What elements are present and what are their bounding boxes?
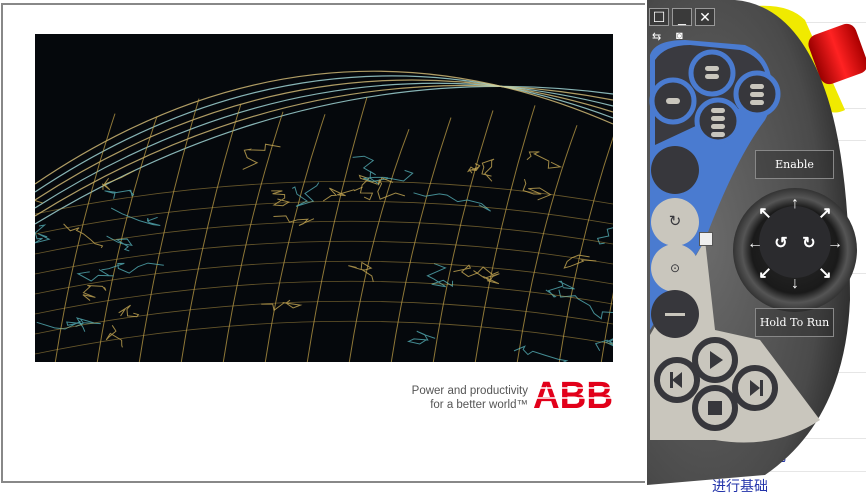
step-back-button[interactable] [657, 360, 697, 400]
splash-globe-image [35, 34, 613, 362]
toggle-increment-button[interactable] [651, 290, 699, 338]
slogan-line-1: Power and productivity [411, 385, 528, 397]
hold-to-run-button[interactable]: Hold To Run [755, 308, 834, 337]
close-button[interactable]: ✕ [695, 8, 715, 26]
camera-icon[interactable]: ◙ [676, 30, 683, 42]
swap-icon[interactable]: ⇆ [652, 30, 661, 43]
arrow-downright-icon: ↘ [818, 265, 832, 282]
rotate-cw-icon: ↻ [802, 235, 816, 252]
arrow-downleft-icon: ↙ [758, 265, 772, 282]
toggle-reorient-button[interactable]: ↻ [651, 198, 699, 246]
rotate-ccw-icon: ↺ [774, 235, 788, 252]
hold-switch-icon[interactable] [699, 232, 713, 246]
play-button[interactable] [695, 340, 735, 380]
slogan: Power and productivity for a better worl… [390, 384, 528, 412]
arrow-down-icon: ↓ [791, 275, 799, 292]
enable-button[interactable]: Enable [755, 150, 834, 179]
minimize-button[interactable]: _ [672, 8, 692, 26]
slogan-line-2: for a better world™ [430, 399, 528, 411]
toggle-axis-button[interactable]: ⊙ [651, 244, 699, 292]
arrow-upleft-icon: ↖ [758, 205, 772, 222]
restore-button[interactable]: ☐ [649, 8, 669, 26]
flexpendant-hardware: ☐ _ ✕ ⇆ ◙ ↻ ⊙ Enable Hold To Run ↑ ↓ ← →… [645, 0, 866, 485]
arrow-up-icon: ↑ [791, 195, 799, 212]
arrow-upright-icon: ↗ [818, 205, 832, 222]
jog-mode-button-2 [688, 49, 736, 97]
jog-button-run[interactable] [653, 146, 699, 194]
stop-button[interactable] [695, 388, 735, 428]
svg-text:ABB: ABB [533, 377, 613, 409]
arrow-right-icon: → [827, 235, 843, 252]
joystick[interactable]: ↑ ↓ ← → ↖ ↗ ↙ ↘ ↺ ↻ [733, 188, 857, 312]
arrow-left-icon: ← [747, 235, 763, 252]
abb-logo: ABB [533, 377, 613, 409]
step-forward-button[interactable] [735, 368, 775, 408]
